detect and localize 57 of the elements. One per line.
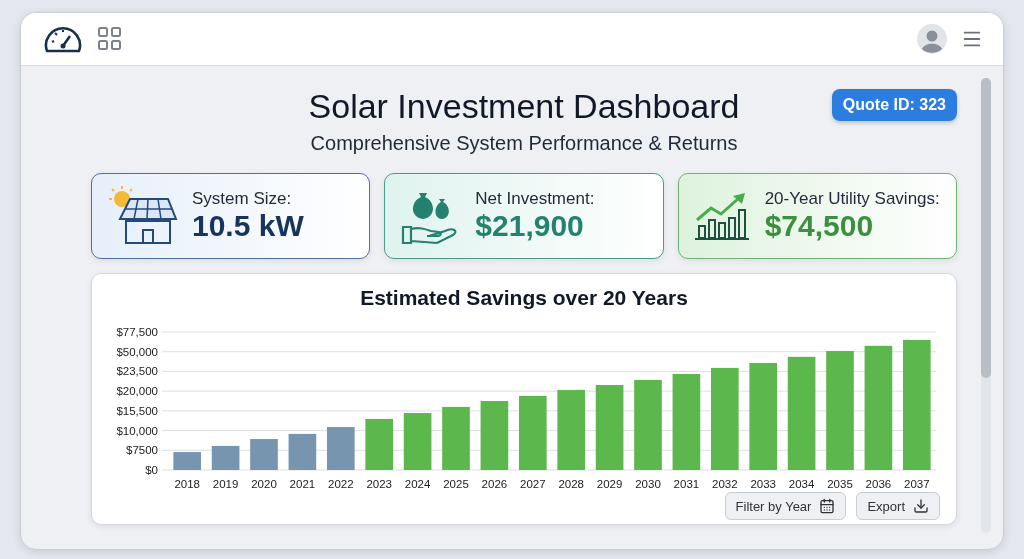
- bar: [403, 413, 432, 470]
- stat-label: 20-Year Utility Savings:: [764, 189, 940, 209]
- bar: [288, 433, 317, 470]
- page-subtitle: Comprehensive System Performance & Returns: [310, 132, 738, 155]
- bar: [365, 418, 393, 470]
- bar-chart-growth-icon: [692, 190, 751, 242]
- stat-label: System Size:: [192, 189, 293, 209]
- axis-tick-label: 2022: [328, 478, 354, 488]
- axis-tick-label: 2034: [788, 478, 815, 488]
- axis-tick-label: $15,500: [116, 404, 158, 417]
- axis-tick-label: 2020: [251, 478, 277, 488]
- bar: [250, 439, 278, 470]
- scrollbar[interactable]: [981, 78, 991, 533]
- calendar-icon: [819, 498, 836, 514]
- export-button[interactable]: Export: [856, 492, 940, 520]
- axis-tick-label: 2031: [673, 478, 700, 488]
- speedometer-icon[interactable]: [43, 24, 83, 54]
- axis-tick-label: 2019: [212, 478, 239, 488]
- grid-icon[interactable]: [97, 26, 123, 52]
- chart-title: Estimated Savings over 20 Years: [360, 286, 688, 310]
- axis-tick-label: $50,000: [116, 345, 158, 358]
- stat-value: 10.5 kW: [192, 209, 304, 243]
- filter-by-year-button[interactable]: Filter by Year: [724, 492, 847, 520]
- axis-tick-label: 2021: [289, 478, 316, 488]
- bar: [211, 445, 240, 470]
- axis-tick-label: $77,500: [116, 326, 158, 338]
- axis-tick-label: 2029: [596, 478, 623, 488]
- axis-tick-label: 2027: [520, 478, 546, 488]
- stat-label: Net Investment:: [475, 189, 595, 209]
- bar: [173, 452, 201, 470]
- solar-house-icon: [106, 185, 178, 247]
- axis-tick-label: $7500: [126, 444, 158, 457]
- axis-tick-label: 2032: [712, 478, 738, 488]
- axis-tick-label: $23,500: [116, 365, 158, 378]
- axis-tick-label: 2033: [750, 478, 776, 488]
- bar: [480, 401, 509, 470]
- axis-tick-label: 2024: [404, 478, 431, 488]
- bar: [327, 427, 355, 470]
- page-title: Solar Investment Dashboard: [308, 86, 740, 127]
- axis-tick-label: 2035: [827, 478, 853, 488]
- axis-tick-label: $20,000: [116, 385, 158, 398]
- avatar-icon[interactable]: [917, 24, 947, 54]
- axis-tick-label: $10,000: [116, 424, 158, 437]
- axis-tick-label: 2026: [481, 478, 508, 488]
- bar: [442, 406, 470, 470]
- stat-value: $74,500: [764, 209, 875, 243]
- axis-tick-label: 2036: [865, 478, 892, 488]
- axis-tick-label: 2030: [635, 478, 661, 488]
- axis-tick-label: 2025: [443, 478, 469, 488]
- download-icon: [913, 498, 929, 514]
- axis-tick-label: 2023: [366, 478, 392, 488]
- axis-tick-label: 2018: [174, 478, 200, 488]
- axis-tick-label: 2037: [904, 478, 930, 488]
- stat-value: $21,900: [475, 209, 585, 243]
- axis-tick-label: 2028: [558, 478, 584, 488]
- quote-id-badge: Quote ID: 323: [831, 89, 957, 121]
- axis-tick-label: $0: [145, 464, 158, 476]
